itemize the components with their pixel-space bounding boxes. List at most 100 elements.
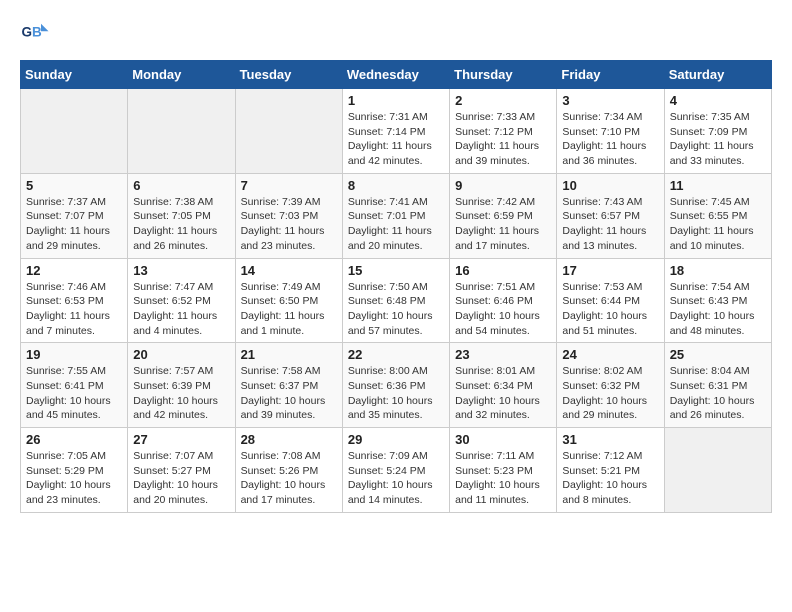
calendar-week-5: 26Sunrise: 7:05 AM Sunset: 5:29 PM Dayli…: [21, 428, 772, 513]
day-info: Sunrise: 7:58 AM Sunset: 6:37 PM Dayligh…: [241, 364, 337, 423]
calendar-cell: 14Sunrise: 7:49 AM Sunset: 6:50 PM Dayli…: [235, 258, 342, 343]
calendar-cell: 31 Sunrise: 7:12 AM Sunset: 5:21 PM Dayli…: [557, 428, 664, 513]
svg-text:B: B: [32, 25, 42, 40]
day-info: Sunrise: 7:42 AM Sunset: 6:59 PM Dayligh…: [455, 195, 551, 254]
day-number: 20: [133, 347, 229, 362]
day-number: 10: [562, 178, 658, 193]
day-number: 1: [348, 93, 444, 108]
day-info: Sunrise: 7:57 AM Sunset: 6:39 PM Dayligh…: [133, 364, 229, 423]
day-info: Sunrise: 7:12 AM Sunset: 5:21 PM Dayligh…: [562, 449, 658, 508]
calendar-cell: 24Sunrise: 8:02 AM Sunset: 6:32 PM Dayli…: [557, 343, 664, 428]
calendar-cell: 11 Sunrise: 7:45 AM Sunset: 6:55 PM Dayli…: [664, 173, 771, 258]
calendar-cell: 10 Sunrise: 7:43 AM Sunset: 6:57 PM Dayli…: [557, 173, 664, 258]
calendar-cell: 17 Sunrise: 7:53 AM Sunset: 6:44 PM Dayli…: [557, 258, 664, 343]
day-number: 23: [455, 347, 551, 362]
day-number: 26: [26, 432, 122, 447]
day-info: Sunrise: 7:09 AM Sunset: 5:24 PM Dayligh…: [348, 449, 444, 508]
weekday-header-thursday: Thursday: [450, 61, 557, 89]
calendar-table: SundayMondayTuesdayWednesdayThursdayFrid…: [20, 60, 772, 513]
weekday-header-wednesday: Wednesday: [342, 61, 449, 89]
calendar-cell: 15 Sunrise: 7:50 AM Sunset: 6:48 PM Dayli…: [342, 258, 449, 343]
calendar-cell: 3Sunrise: 7:34 AM Sunset: 7:10 PM Daylig…: [557, 89, 664, 174]
calendar-cell: 6Sunrise: 7:38 AM Sunset: 7:05 PM Daylig…: [128, 173, 235, 258]
day-info: Sunrise: 8:01 AM Sunset: 6:34 PM Dayligh…: [455, 364, 551, 423]
calendar-cell: [664, 428, 771, 513]
calendar-cell: [21, 89, 128, 174]
calendar-cell: 9 Sunrise: 7:42 AM Sunset: 6:59 PM Daylig…: [450, 173, 557, 258]
day-number: 14: [241, 263, 337, 278]
svg-text:G: G: [22, 25, 33, 40]
day-number: 28: [241, 432, 337, 447]
day-number: 13: [133, 263, 229, 278]
day-info: Sunrise: 7:31 AM Sunset: 7:14 PM Dayligh…: [348, 110, 444, 169]
calendar-cell: 4 Sunrise: 7:35 AM Sunset: 7:09 PM Daylig…: [664, 89, 771, 174]
day-number: 25: [670, 347, 766, 362]
day-info: Sunrise: 7:55 AM Sunset: 6:41 PM Dayligh…: [26, 364, 122, 423]
header: G B: [20, 20, 772, 50]
calendar-cell: 27 Sunrise: 7:07 AM Sunset: 5:27 PM Dayli…: [128, 428, 235, 513]
day-info: Sunrise: 7:37 AM Sunset: 7:07 PM Dayligh…: [26, 195, 122, 254]
day-info: Sunrise: 7:07 AM Sunset: 5:27 PM Dayligh…: [133, 449, 229, 508]
day-info: Sunrise: 7:45 AM Sunset: 6:55 PM Dayligh…: [670, 195, 766, 254]
calendar-cell: 20 Sunrise: 7:57 AM Sunset: 6:39 PM Dayli…: [128, 343, 235, 428]
day-info: Sunrise: 7:51 AM Sunset: 6:46 PM Dayligh…: [455, 280, 551, 339]
calendar-cell: 28 Sunrise: 7:08 AM Sunset: 5:26 PM Dayli…: [235, 428, 342, 513]
weekday-header-row: SundayMondayTuesdayWednesdayThursdayFrid…: [21, 61, 772, 89]
calendar-cell: 29 Sunrise: 7:09 AM Sunset: 5:24 PM Dayli…: [342, 428, 449, 513]
calendar-cell: 26Sunrise: 7:05 AM Sunset: 5:29 PM Dayli…: [21, 428, 128, 513]
calendar-cell: 2 Sunrise: 7:33 AM Sunset: 7:12 PM Daylig…: [450, 89, 557, 174]
day-info: Sunrise: 7:47 AM Sunset: 6:52 PM Dayligh…: [133, 280, 229, 339]
calendar-cell: 23 Sunrise: 8:01 AM Sunset: 6:34 PM Dayli…: [450, 343, 557, 428]
day-info: Sunrise: 7:08 AM Sunset: 5:26 PM Dayligh…: [241, 449, 337, 508]
day-number: 17: [562, 263, 658, 278]
weekday-header-monday: Monday: [128, 61, 235, 89]
logo: G B: [20, 20, 54, 50]
calendar-cell: 25Sunrise: 8:04 AM Sunset: 6:31 PM Dayli…: [664, 343, 771, 428]
day-number: 4: [670, 93, 766, 108]
calendar-week-1: 1 Sunrise: 7:31 AM Sunset: 7:14 PM Daylig…: [21, 89, 772, 174]
day-info: Sunrise: 7:34 AM Sunset: 7:10 PM Dayligh…: [562, 110, 658, 169]
calendar-cell: [235, 89, 342, 174]
day-info: Sunrise: 7:43 AM Sunset: 6:57 PM Dayligh…: [562, 195, 658, 254]
day-info: Sunrise: 7:53 AM Sunset: 6:44 PM Dayligh…: [562, 280, 658, 339]
day-info: Sunrise: 7:54 AM Sunset: 6:43 PM Dayligh…: [670, 280, 766, 339]
day-number: 2: [455, 93, 551, 108]
day-number: 21: [241, 347, 337, 362]
day-info: Sunrise: 7:35 AM Sunset: 7:09 PM Dayligh…: [670, 110, 766, 169]
calendar-cell: 22Sunrise: 8:00 AM Sunset: 6:36 PM Dayli…: [342, 343, 449, 428]
day-info: Sunrise: 7:50 AM Sunset: 6:48 PM Dayligh…: [348, 280, 444, 339]
day-number: 6: [133, 178, 229, 193]
weekday-header-tuesday: Tuesday: [235, 61, 342, 89]
calendar-cell: 1 Sunrise: 7:31 AM Sunset: 7:14 PM Daylig…: [342, 89, 449, 174]
day-number: 15: [348, 263, 444, 278]
day-number: 12: [26, 263, 122, 278]
day-number: 19: [26, 347, 122, 362]
day-number: 31: [562, 432, 658, 447]
day-number: 7: [241, 178, 337, 193]
calendar-cell: 8 Sunrise: 7:41 AM Sunset: 7:01 PM Daylig…: [342, 173, 449, 258]
day-number: 29: [348, 432, 444, 447]
day-number: 11: [670, 178, 766, 193]
calendar-week-2: 5Sunrise: 7:37 AM Sunset: 7:07 PM Daylig…: [21, 173, 772, 258]
calendar-cell: 30 Sunrise: 7:11 AM Sunset: 5:23 PM Dayli…: [450, 428, 557, 513]
calendar-cell: 7Sunrise: 7:39 AM Sunset: 7:03 PM Daylig…: [235, 173, 342, 258]
day-number: 9: [455, 178, 551, 193]
calendar-cell: 19 Sunrise: 7:55 AM Sunset: 6:41 PM Dayli…: [21, 343, 128, 428]
day-number: 27: [133, 432, 229, 447]
day-info: Sunrise: 7:46 AM Sunset: 6:53 PM Dayligh…: [26, 280, 122, 339]
weekday-header-saturday: Saturday: [664, 61, 771, 89]
day-number: 18: [670, 263, 766, 278]
calendar-cell: 21 Sunrise: 7:58 AM Sunset: 6:37 PM Dayli…: [235, 343, 342, 428]
weekday-header-friday: Friday: [557, 61, 664, 89]
calendar-cell: 5Sunrise: 7:37 AM Sunset: 7:07 PM Daylig…: [21, 173, 128, 258]
day-info: Sunrise: 7:11 AM Sunset: 5:23 PM Dayligh…: [455, 449, 551, 508]
calendar-cell: [128, 89, 235, 174]
day-number: 8: [348, 178, 444, 193]
day-number: 16: [455, 263, 551, 278]
day-number: 30: [455, 432, 551, 447]
calendar-cell: 18 Sunrise: 7:54 AM Sunset: 6:43 PM Dayli…: [664, 258, 771, 343]
day-info: Sunrise: 8:02 AM Sunset: 6:32 PM Dayligh…: [562, 364, 658, 423]
calendar-week-3: 12 Sunrise: 7:46 AM Sunset: 6:53 PM Dayli…: [21, 258, 772, 343]
day-info: Sunrise: 7:41 AM Sunset: 7:01 PM Dayligh…: [348, 195, 444, 254]
day-info: Sunrise: 7:33 AM Sunset: 7:12 PM Dayligh…: [455, 110, 551, 169]
